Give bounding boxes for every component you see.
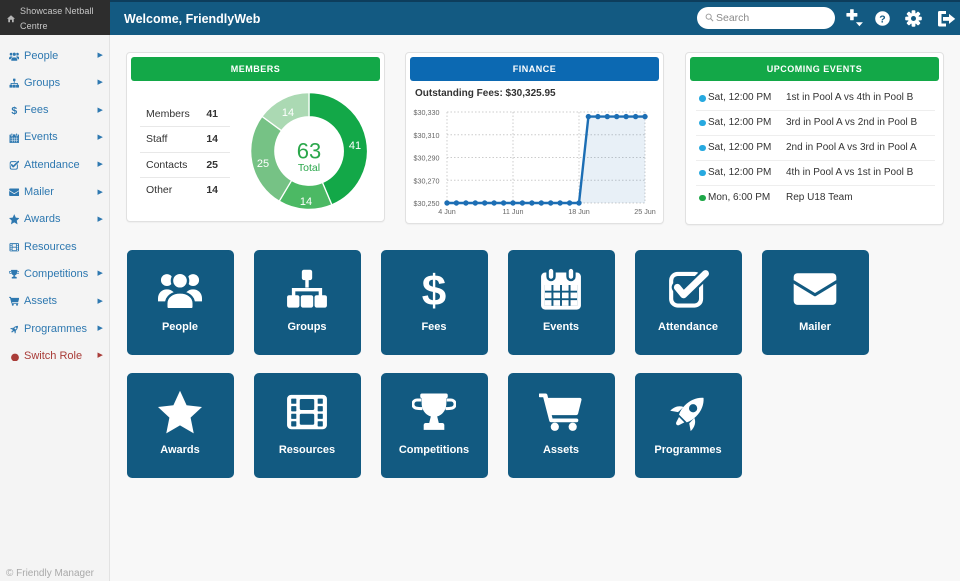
svg-text:63: 63 [297, 139, 321, 164]
svg-text:$30,250: $30,250 [414, 199, 440, 208]
svg-text:18 Jun: 18 Jun [568, 207, 590, 216]
svg-text:$30,310: $30,310 [414, 131, 440, 140]
svg-text:4 Jun: 4 Jun [438, 207, 456, 216]
svg-text:14: 14 [282, 107, 294, 119]
svg-text:?: ? [879, 13, 885, 25]
svg-text:$30,270: $30,270 [414, 176, 440, 185]
svg-text:25: 25 [257, 158, 269, 170]
svg-text:25 Jun: 25 Jun [634, 207, 656, 216]
svg-text:11 Jun: 11 Jun [502, 207, 523, 216]
svg-text:Total: Total [298, 162, 320, 174]
svg-text:41: 41 [349, 140, 361, 152]
svg-text:$30,330: $30,330 [414, 108, 440, 117]
svg-text:$30,290: $30,290 [414, 154, 440, 163]
svg-text:14: 14 [300, 196, 312, 208]
